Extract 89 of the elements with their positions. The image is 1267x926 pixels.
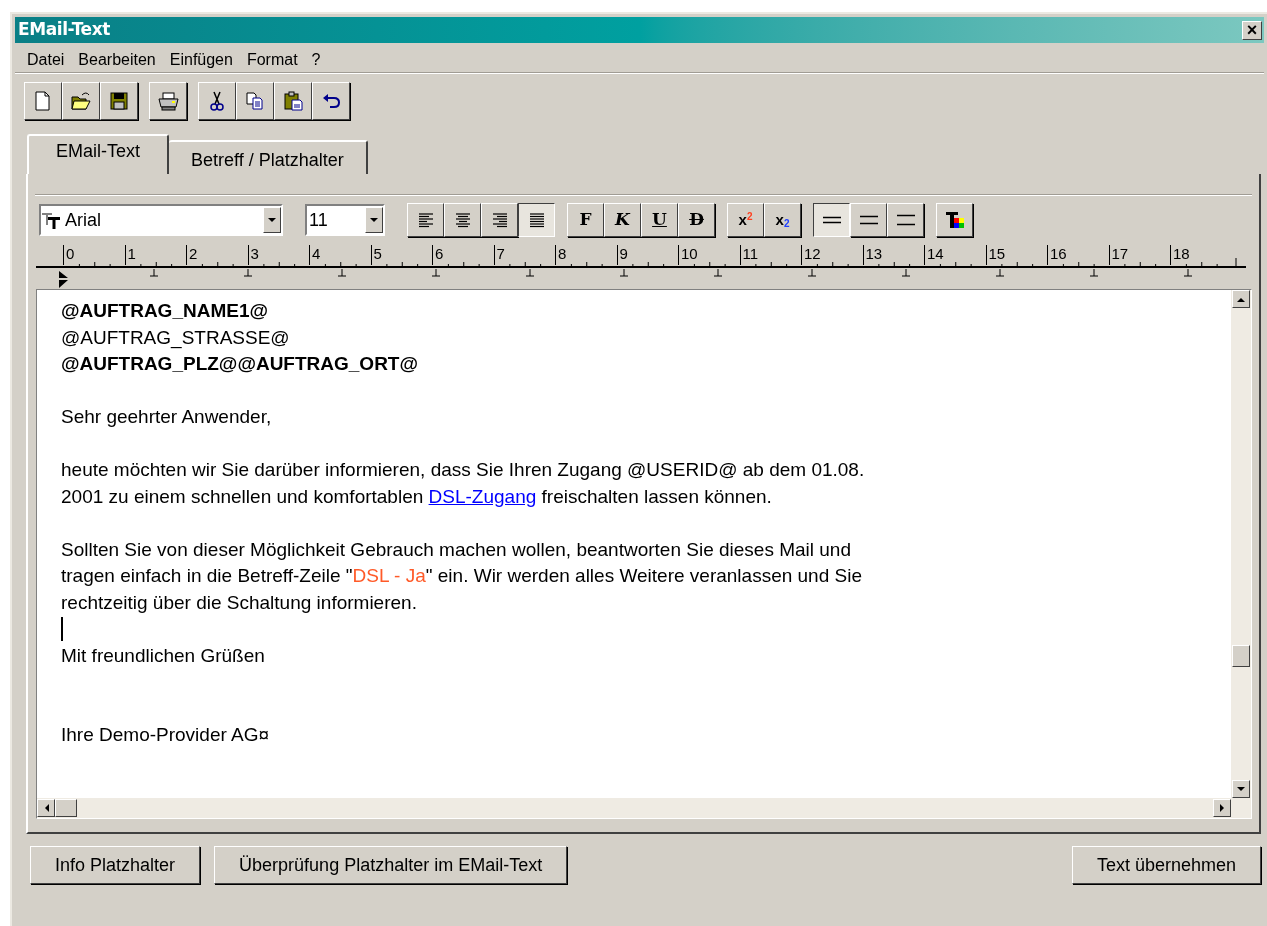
bold-text-line: @AUFTRAG_PLZ@@AUFTRAG_ORT@	[61, 352, 419, 376]
scroll-thumb[interactable]	[55, 799, 77, 817]
left-arrow-icon	[43, 804, 49, 812]
bold-text-line: @AUFTRAG_NAME1@	[61, 299, 269, 323]
copy-button[interactable]	[236, 82, 274, 120]
ruler-number: 16	[1047, 245, 1109, 265]
print-button[interactable]	[149, 82, 187, 120]
line-spacing-button[interactable]	[813, 203, 850, 237]
ruler-number: 6	[432, 245, 494, 265]
font-size-dropdown[interactable]: 11	[305, 204, 385, 236]
down-arrow-icon	[1237, 786, 1245, 792]
scroll-right-button[interactable]	[1213, 799, 1231, 817]
dropdown-button[interactable]	[365, 207, 383, 233]
ruler-number: 9	[616, 245, 678, 265]
tab[interactable]: Betreff / Platzhalter	[169, 140, 368, 174]
ruler-number: 17	[1108, 245, 1170, 265]
ruler-number: 13	[862, 245, 924, 265]
text-line: @AUFTRAG_STRASSE@	[61, 325, 291, 351]
caret-icon	[370, 217, 378, 223]
text-editor[interactable]	[37, 290, 1231, 798]
link[interactable]: DSL-Zugang	[428, 485, 537, 507]
text-line: Mit freundlichen Grüßen	[61, 643, 266, 668]
subscript-button[interactable]: x$_{2}$	[764, 203, 801, 237]
ruler-number: 5	[370, 245, 432, 265]
dropdown-button[interactable]	[263, 207, 281, 233]
window-title: EMail-Text	[18, 18, 110, 42]
up-arrow-icon	[1237, 296, 1245, 302]
indent-marker-icon	[58, 271, 70, 289]
font-dropdown[interactable]: Arial	[39, 204, 283, 236]
line-spacing-icon	[857, 213, 880, 227]
text-line: Sehr geehrter Anwender,	[61, 405, 273, 429]
scroll-left-button[interactable]	[37, 799, 55, 817]
ruler-number: 7	[493, 245, 555, 265]
paragraph: Sollten Sie von dieser Möglichkeit Gebrauch machen wollen, beantworten Sie dieses Mail und tragen einfach in die Betreff-Zeile "DSL - Ja" ein. Wir werden alles Weitere veranlassen und Sie rechtzeitig über die Schaltung informieren.	[61, 537, 863, 615]
text-color-button[interactable]	[936, 203, 973, 237]
text-color-icon	[943, 210, 966, 230]
menu-item[interactable]: Bearbeiten	[72, 47, 162, 72]
ruler-number: 0	[63, 245, 125, 265]
underline-button[interactable]: U	[641, 203, 678, 237]
strike-button[interactable]: D	[678, 203, 715, 237]
scroll-down-button[interactable]	[1232, 780, 1250, 798]
align-left-button[interactable]	[407, 203, 444, 237]
bold-button[interactable]: F	[567, 203, 604, 237]
menu-item[interactable]: Einfügen	[163, 47, 239, 72]
font-type-icon	[41, 211, 63, 229]
folder-icon	[70, 90, 92, 112]
vertical-scrollbar[interactable]	[1231, 290, 1251, 818]
text-line: Ihre Demo-Provider AG¤	[61, 723, 271, 747]
scroll-up-button[interactable]	[1232, 290, 1250, 308]
menu-item[interactable]: Format	[240, 47, 304, 72]
ruler-number: 12	[801, 245, 863, 265]
menu-item[interactable]: Datei	[21, 47, 71, 72]
clipboard-icon	[282, 90, 304, 112]
cut-button[interactable]	[198, 82, 236, 120]
right-arrow-icon	[1219, 804, 1225, 812]
ruler-number: 4	[309, 245, 371, 265]
line-spacing-icon	[894, 213, 917, 227]
ruler-number: 14	[924, 245, 986, 265]
italic-button[interactable]: K	[604, 203, 641, 237]
ruler-number: 11	[739, 245, 801, 265]
printer-icon	[157, 90, 179, 112]
menu-item[interactable]: ?	[305, 47, 327, 72]
open-button[interactable]	[62, 82, 100, 120]
paste-button[interactable]	[274, 82, 312, 120]
align-justify-button[interactable]	[518, 203, 555, 237]
action-button[interactable]: Info Platzhalter	[30, 846, 201, 884]
action-button[interactable]: Überprüfung Platzhalter im EMail-Text	[214, 846, 568, 884]
ruler-number: 3	[247, 245, 309, 265]
new-button[interactable]	[24, 82, 62, 120]
copy-icon	[244, 90, 266, 112]
ruler-number: 2	[186, 245, 248, 265]
ruler-number: 1	[124, 245, 186, 265]
tab[interactable]: EMail-Text	[27, 134, 169, 174]
action-button[interactable]: Text übernehmen	[1071, 846, 1261, 884]
undo-button[interactable]	[312, 82, 350, 120]
ruler-number: 18	[1170, 245, 1232, 265]
scroll-thumb[interactable]	[1232, 645, 1250, 667]
align-center-button[interactable]	[444, 203, 481, 237]
superscript-button[interactable]: x$^{2}$	[727, 203, 764, 237]
paragraph: heute möchten wir Sie darüber informieren, dass Sie Ihren Zugang @USERID@ ab dem 01.08. 2001 zu einem schnellen und komfortablen DSL-Zugang freischalten lassen können.	[61, 458, 866, 509]
ruler-number: 15	[985, 245, 1047, 265]
ruler-number: 10	[678, 245, 740, 265]
horizontal-scrollbar[interactable]	[37, 798, 1231, 818]
align-right-button[interactable]	[481, 203, 518, 237]
caret-icon	[268, 217, 276, 223]
text-cursor	[61, 617, 63, 642]
close-button[interactable]: ×	[1242, 20, 1262, 40]
ruler-number: 8	[555, 245, 617, 265]
save-button[interactable]	[100, 82, 138, 120]
